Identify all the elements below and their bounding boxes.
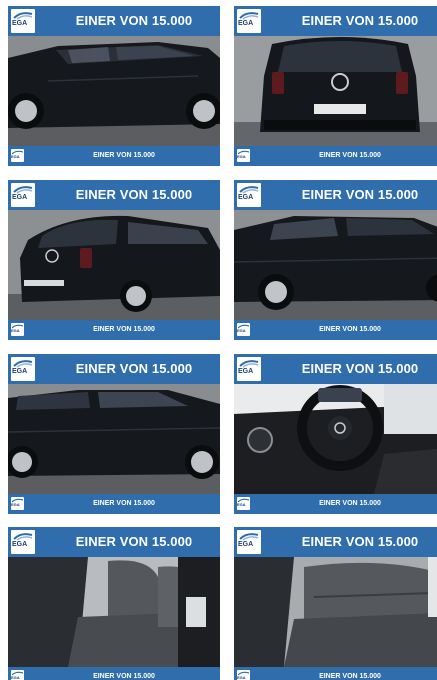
photo-title: EINER VON 15.000 — [301, 13, 419, 28]
logo-text: EGA — [11, 502, 20, 507]
photo-header-banner: EGA EINER VON 15.000 — [234, 180, 437, 210]
ega-logo: EGA — [237, 9, 261, 33]
logo-text: EGA — [238, 368, 254, 375]
logo-text: EGA — [237, 328, 246, 333]
ega-logo-small: EGA — [237, 670, 250, 680]
gallery-photo-2[interactable]: EGA EINER VON 15.000 EGA EINER VON 15.00… — [234, 6, 437, 166]
ega-logo: EGA — [11, 357, 35, 381]
interior-photo — [234, 384, 437, 494]
gallery-photo-5[interactable]: EGA EINER VON 15.000 EGA EINER VON 15.00… — [8, 354, 220, 514]
photo-footer-banner: EGA EINER VON 15.000 — [8, 146, 220, 166]
photo-footer-banner: EGA EINER VON 15.000 — [8, 494, 220, 514]
ega-logo-small: EGA — [11, 149, 24, 162]
photo-footer-banner: EGA EINER VON 15.000 — [234, 320, 437, 340]
gallery-photo-7[interactable]: EGA EINER VON 15.000 EGA EINER VON 15.00… — [8, 527, 220, 680]
photo-footer-banner: EGA EINER VON 15.000 — [234, 146, 437, 166]
logo-text: EGA — [11, 675, 20, 680]
logo-text: EGA — [12, 368, 28, 375]
photo-caption: EINER VON 15.000 — [319, 673, 381, 680]
logo-text: EGA — [12, 20, 28, 27]
photo-footer-banner: EGA EINER VON 15.000 — [234, 494, 437, 514]
logo-swoosh-icon — [239, 186, 259, 194]
photo-header-banner: EGA EINER VON 15.000 — [234, 527, 437, 557]
ega-logo-small: EGA — [11, 670, 24, 680]
ega-logo: EGA — [11, 183, 35, 207]
logo-text: EGA — [238, 20, 254, 27]
photo-title: EINER VON 15.000 — [75, 13, 193, 28]
car-photo — [8, 36, 220, 146]
ega-logo: EGA — [237, 183, 261, 207]
photo-title: EINER VON 15.000 — [301, 361, 419, 376]
ega-logo-small: EGA — [11, 323, 24, 336]
photo-footer-banner: EGA EINER VON 15.000 — [8, 667, 220, 680]
photo-caption: EINER VON 15.000 — [93, 326, 155, 333]
interior-photo — [234, 557, 437, 667]
logo-swoosh-icon — [13, 186, 33, 194]
logo-swoosh-icon — [13, 533, 33, 541]
photo-header-banner: EGA EINER VON 15.000 — [8, 527, 220, 557]
ega-logo-small: EGA — [237, 497, 250, 510]
logo-text: EGA — [11, 154, 20, 159]
logo-swoosh-icon — [13, 360, 33, 368]
logo-text: EGA — [237, 154, 246, 159]
photo-header-banner: EGA EINER VON 15.000 — [8, 180, 220, 210]
photo-caption: EINER VON 15.000 — [93, 152, 155, 159]
photo-header-banner: EGA EINER VON 15.000 — [234, 6, 437, 36]
ega-logo: EGA — [11, 9, 35, 33]
photo-title: EINER VON 15.000 — [75, 361, 193, 376]
logo-text: EGA — [238, 194, 254, 201]
gallery-photo-4[interactable]: EGA EINER VON 15.000 EGA EINER VON 15.00… — [234, 180, 437, 340]
photo-header-banner: EGA EINER VON 15.000 — [234, 354, 437, 384]
ega-logo-small: EGA — [237, 323, 250, 336]
logo-text: EGA — [237, 675, 246, 680]
logo-text: EGA — [12, 194, 28, 201]
car-photo — [8, 210, 220, 320]
ega-logo: EGA — [11, 530, 35, 554]
car-photo — [234, 36, 437, 146]
gallery-photo-1[interactable]: EGA EINER VON 15.000 EGA EINER VON 15.00… — [8, 6, 220, 166]
logo-text: EGA — [12, 541, 28, 548]
logo-swoosh-icon — [239, 12, 259, 20]
photo-title: EINER VON 15.000 — [75, 187, 193, 202]
ega-logo-small: EGA — [237, 149, 250, 162]
logo-swoosh-icon — [239, 533, 259, 541]
ega-logo-small: EGA — [11, 497, 24, 510]
photo-title: EINER VON 15.000 — [75, 534, 193, 549]
gallery-photo-3[interactable]: EGA EINER VON 15.000 EGA EINER VON 15.00… — [8, 180, 220, 340]
photo-footer-banner: EGA EINER VON 15.000 — [234, 667, 437, 680]
gallery-photo-6[interactable]: EGA EINER VON 15.000 EGA EINER VON 15.00… — [234, 354, 437, 514]
interior-photo — [8, 557, 220, 667]
ega-logo: EGA — [237, 357, 261, 381]
photo-header-banner: EGA EINER VON 15.000 — [8, 6, 220, 36]
photo-caption: EINER VON 15.000 — [93, 673, 155, 680]
logo-text: EGA — [237, 502, 246, 507]
photo-header-banner: EGA EINER VON 15.000 — [8, 354, 220, 384]
logo-swoosh-icon — [13, 12, 33, 20]
photo-caption: EINER VON 15.000 — [319, 326, 381, 333]
logo-text: EGA — [238, 541, 254, 548]
photo-gallery: EGA EINER VON 15.000 EGA EINER VON 15.00… — [0, 0, 437, 680]
logo-text: EGA — [11, 328, 20, 333]
logo-swoosh-icon — [239, 360, 259, 368]
photo-caption: EINER VON 15.000 — [319, 152, 381, 159]
photo-caption: EINER VON 15.000 — [93, 500, 155, 507]
car-photo — [234, 210, 437, 320]
photo-caption: EINER VON 15.000 — [319, 500, 381, 507]
car-photo — [8, 384, 220, 494]
photo-footer-banner: EGA EINER VON 15.000 — [8, 320, 220, 340]
ega-logo: EGA — [237, 530, 261, 554]
photo-title: EINER VON 15.000 — [301, 187, 419, 202]
photo-title: EINER VON 15.000 — [301, 534, 419, 549]
gallery-photo-8[interactable]: EGA EINER VON 15.000 EGA EINER VON 15.00… — [234, 527, 437, 680]
